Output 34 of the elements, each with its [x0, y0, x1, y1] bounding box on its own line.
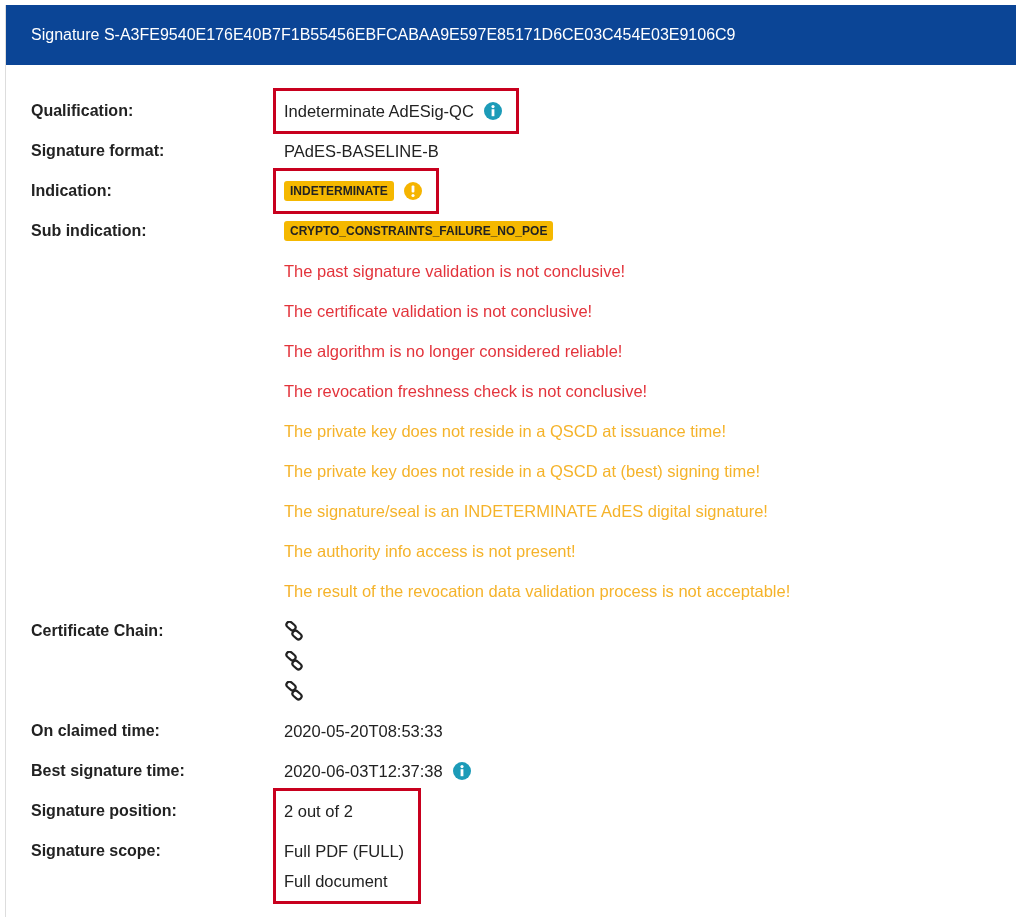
error-message: The certificate validation is not conclusive! [284, 301, 593, 321]
error-message: The algorithm is no longer considered reliable! [284, 341, 623, 361]
signature-title: Signature S-A3FE9540E176E40B7F1B55456EBFCABAA9E597E85171D6CE03C454E03E9106C9 [31, 26, 736, 44]
warning-message: The result of the revocation data validation process is not acceptable! [284, 581, 791, 601]
field-label: Qualification: [31, 101, 135, 121]
warning-icon [403, 182, 422, 200]
field-label: On claimed time: [31, 721, 161, 741]
warning-message: The private key does not reside in a QSCD at issuance time! [284, 421, 727, 441]
warning-message: The private key does not reside in a QSCD at (best) signing time! [284, 461, 760, 481]
field-label: Best signature time: [31, 761, 186, 781]
info-icon[interactable] [452, 762, 471, 780]
field-label: Signature position: [31, 801, 178, 821]
field-value: PAdES-BASELINE-B [284, 141, 439, 161]
field-label: Certificate Chain: [31, 621, 165, 641]
chain-link-icon[interactable] [284, 621, 304, 641]
field-value: 2 out of 2 [284, 801, 353, 821]
field-value: Full PDF (FULL) [284, 841, 405, 861]
warning-message: The authority info access is not present! [284, 541, 576, 561]
field-value: Full document [284, 871, 388, 891]
field-value: 2020-06-03T12:37:38 [284, 761, 443, 781]
chain-link-icon[interactable] [284, 681, 304, 701]
field-label: Signature format: [31, 141, 166, 161]
field-value: 2020-05-20T08:53:33 [284, 721, 443, 741]
warning-message: The signature/seal is an INDETERMINATE AdES digital signature! [284, 501, 768, 521]
field-label: Indication: [31, 181, 113, 201]
chain-link-icon[interactable] [284, 651, 304, 671]
error-message: The revocation freshness check is not conclusive! [284, 381, 648, 401]
status-badge: INDETERMINATE [284, 181, 394, 201]
error-message: The past signature validation is not conclusive! [284, 261, 626, 281]
status-badge: CRYPTO_CONSTRAINTS_FAILURE_NO_POE [284, 221, 554, 241]
info-icon[interactable] [483, 102, 502, 120]
field-label: Signature scope: [31, 841, 162, 861]
field-value: Indeterminate AdESig-QC [284, 101, 474, 121]
field-label: Sub indication: [31, 221, 148, 241]
